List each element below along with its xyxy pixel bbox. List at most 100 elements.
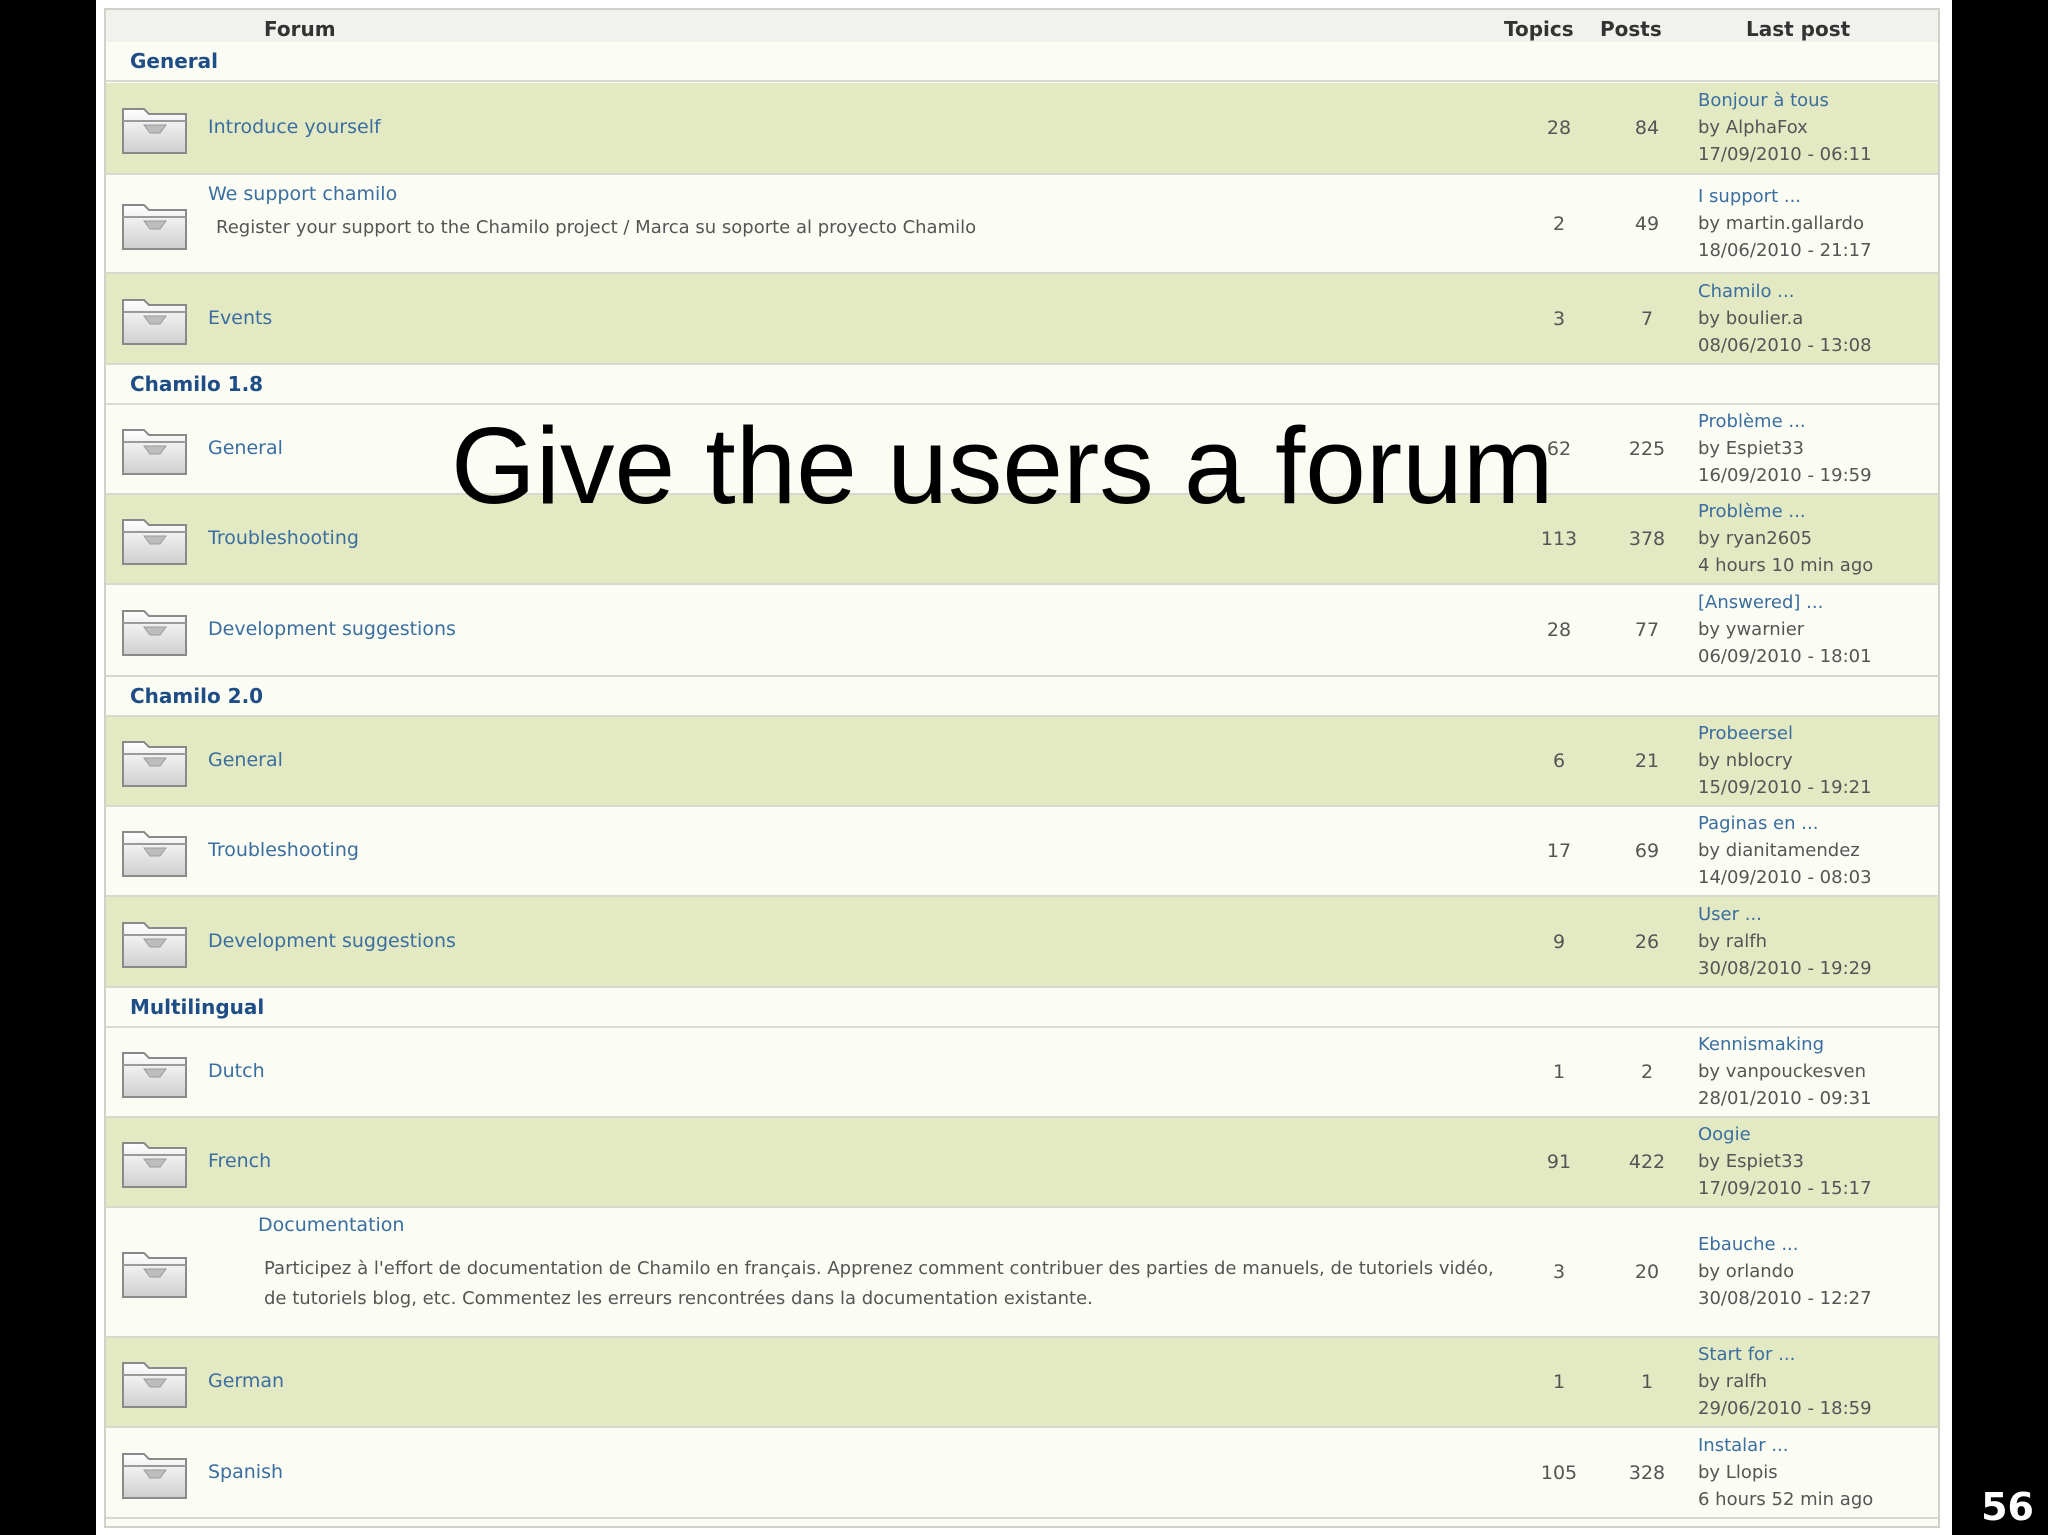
posts-count: 378 (1628, 528, 1666, 550)
forum-name-link[interactable]: Dutch (208, 1060, 265, 1082)
last-post-title-link[interactable]: Instalar ... (1698, 1432, 1873, 1459)
forum-row: French 91 422 Oogie by Espiet33 17/09/2010 - … (106, 1118, 1938, 1208)
forum-name-link[interactable]: Troubleshooting (208, 527, 359, 549)
folder-icon[interactable] (120, 422, 192, 478)
last-post-author: by ywarnier (1698, 619, 1805, 640)
last-post-date: 08/06/2010 - 13:08 (1698, 334, 1872, 356)
category-header: Chamilo 1.8 (106, 365, 1938, 405)
folder-icon[interactable] (120, 603, 192, 659)
last-post-author: by boulier.a (1698, 307, 1804, 329)
last-post-date: 17/09/2010 - 15:17 (1698, 1178, 1872, 1199)
forum-row: Documentation Participez à l'effort de do… (106, 1208, 1938, 1338)
folder-icon[interactable] (120, 734, 192, 790)
category-name[interactable]: Chamilo 2.0 (130, 684, 263, 708)
folder-icon[interactable] (120, 824, 192, 880)
folder-icon[interactable] (120, 292, 192, 348)
last-post: Oogie by Espiet33 17/09/2010 - 15:17 (1698, 1121, 1872, 1202)
forum-name-link[interactable]: Development suggestions (208, 618, 456, 640)
last-post-title-link[interactable]: Probeersel (1698, 720, 1872, 747)
folder-icon[interactable] (120, 1245, 192, 1301)
forum-row: Development suggestions 28 77 [Answered] ..… (106, 585, 1938, 677)
category-name[interactable]: Multilingual (130, 995, 264, 1019)
last-post: Start for ... by ralfh 29/06/2010 - 18:59 (1698, 1341, 1872, 1422)
slide-number: 56 (1981, 1485, 2034, 1529)
folder-icon[interactable] (120, 915, 192, 971)
last-post-title-link[interactable]: Problème ... (1698, 408, 1872, 435)
topics-count: 2 (1552, 212, 1566, 235)
topics-count: 28 (1546, 117, 1572, 139)
last-post-date: 16/09/2010 - 19:59 (1698, 465, 1872, 486)
forum-name-link[interactable]: Introduce yourself (208, 116, 381, 138)
last-post-title-link[interactable]: [Answered] ... (1698, 589, 1872, 616)
posts-count: 20 (1634, 1261, 1660, 1283)
last-post: [Answered] ... by ywarnier 06/09/2010 - 18… (1698, 589, 1872, 670)
folder-icon[interactable] (120, 1045, 192, 1101)
last-post-author: by orlando (1698, 1261, 1795, 1282)
category-name[interactable]: Chamilo 1.8 (130, 372, 263, 396)
last-post-title-link[interactable]: Problème ... (1698, 498, 1873, 525)
forum-row: Spanish 105 328 Instalar ... by Llopis 6 hour… (106, 1428, 1938, 1519)
forum-name-link[interactable]: German (208, 1370, 284, 1392)
posts-count: 21 (1634, 750, 1660, 772)
posts-count: 69 (1634, 840, 1660, 862)
topics-count: 1 (1552, 1371, 1566, 1393)
topics-count: 3 (1552, 307, 1566, 330)
forum-row: We support chamilo Register your support … (106, 175, 1938, 274)
posts-count: 328 (1628, 1461, 1666, 1484)
forum-row: Introduce yourself 28 84 Bonjour à tous by A… (106, 83, 1938, 175)
forum-name-link[interactable]: Spanish (208, 1461, 283, 1483)
forum-description: Participez à l'effort de documentation d… (264, 1258, 1494, 1309)
slide-canvas: Forum Topics Posts Last post General Intr… (96, 0, 1952, 1535)
last-post-date: 14/09/2010 - 08:03 (1698, 867, 1872, 888)
folder-icon[interactable] (120, 1446, 192, 1502)
last-post: Instalar ... by Llopis 6 hours 52 min ago (1698, 1432, 1873, 1513)
forum-row: German 1 1 Start for ... by ralfh 29/06/2010 … (106, 1338, 1938, 1428)
last-post-author: by vanpouckesven (1698, 1061, 1867, 1082)
folder-icon[interactable] (120, 101, 192, 157)
last-post-title-link[interactable]: Paginas en ... (1698, 810, 1872, 837)
slide-title: Give the users a forum (451, 405, 1554, 527)
forum-row: Troubleshooting 17 69 Paginas en ... by dian… (106, 807, 1938, 897)
topics-count: 9 (1552, 930, 1566, 953)
forum-name-link[interactable]: French (208, 1150, 271, 1172)
last-post-title-link[interactable]: Bonjour à tous (1698, 87, 1872, 114)
topics-count: 17 (1546, 840, 1572, 862)
forum-row: Dutch 1 2 Kennismaking by vanpouckesven 28/01… (106, 1028, 1938, 1118)
last-post-author: by ralfh (1698, 930, 1767, 952)
category-name[interactable]: General (130, 49, 218, 73)
forum-name-link[interactable]: General (208, 749, 283, 771)
last-post-title-link[interactable]: User ... (1698, 901, 1872, 928)
folder-icon[interactable] (120, 197, 192, 253)
posts-count: 422 (1628, 1151, 1666, 1173)
last-post-title-link[interactable]: Oogie (1698, 1121, 1872, 1148)
forum-row: Development suggestions 9 26 User ... by ral… (106, 897, 1938, 988)
last-post-title-link[interactable]: Start for ... (1698, 1341, 1872, 1368)
posts-count: 1 (1640, 1371, 1654, 1393)
last-post-author: by AlphaFox (1698, 117, 1808, 138)
topics-count: 105 (1540, 1461, 1578, 1484)
forum-name-link[interactable]: We support chamilo (208, 183, 397, 205)
last-post-title-link[interactable]: Ebauche ... (1698, 1231, 1872, 1258)
topics-count: 1 (1552, 1061, 1566, 1083)
last-post-author: by Espiet33 (1698, 438, 1805, 459)
folder-icon[interactable] (120, 512, 192, 568)
last-post-title-link[interactable]: I support ... (1698, 183, 1872, 210)
forum-name-link[interactable]: Events (208, 307, 272, 329)
posts-count: 77 (1634, 619, 1660, 641)
last-post-author: by dianitamendez (1698, 840, 1860, 861)
folder-icon[interactable] (120, 1355, 192, 1411)
posts-count: 84 (1634, 117, 1660, 139)
last-post-date: 18/06/2010 - 21:17 (1698, 239, 1872, 261)
category-header: General (106, 42, 1938, 82)
last-post-title-link[interactable]: Kennismaking (1698, 1031, 1872, 1058)
forum-name-link[interactable]: Documentation (258, 1214, 404, 1236)
folder-icon[interactable] (120, 1135, 192, 1191)
last-post-title-link[interactable]: Chamilo ... (1698, 278, 1872, 305)
forum-name-link[interactable]: General (208, 437, 283, 459)
last-post-date: 17/09/2010 - 06:11 (1698, 144, 1872, 165)
last-post-author: by Espiet33 (1698, 1151, 1805, 1172)
last-post: Chamilo ... by boulier.a 08/06/2010 - 13:0… (1698, 278, 1872, 359)
forum-name-link[interactable]: Troubleshooting (208, 839, 359, 861)
forum-name-link[interactable]: Development suggestions (208, 930, 456, 952)
posts-count: 225 (1628, 438, 1666, 460)
